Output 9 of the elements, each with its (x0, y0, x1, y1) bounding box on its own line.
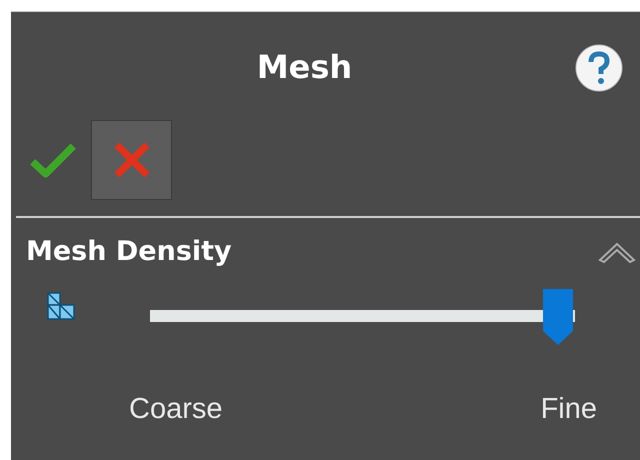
cancel-button[interactable] (91, 120, 172, 200)
fine-label: Fine (540, 393, 597, 426)
coarse-label: Coarse (129, 393, 222, 426)
section-title: Mesh Density (26, 236, 232, 267)
close-icon (112, 141, 150, 179)
panel-title: Mesh (256, 48, 352, 86)
density-slider[interactable] (150, 289, 575, 345)
help-icon[interactable] (574, 43, 624, 93)
slider-thumb[interactable] (543, 289, 573, 345)
